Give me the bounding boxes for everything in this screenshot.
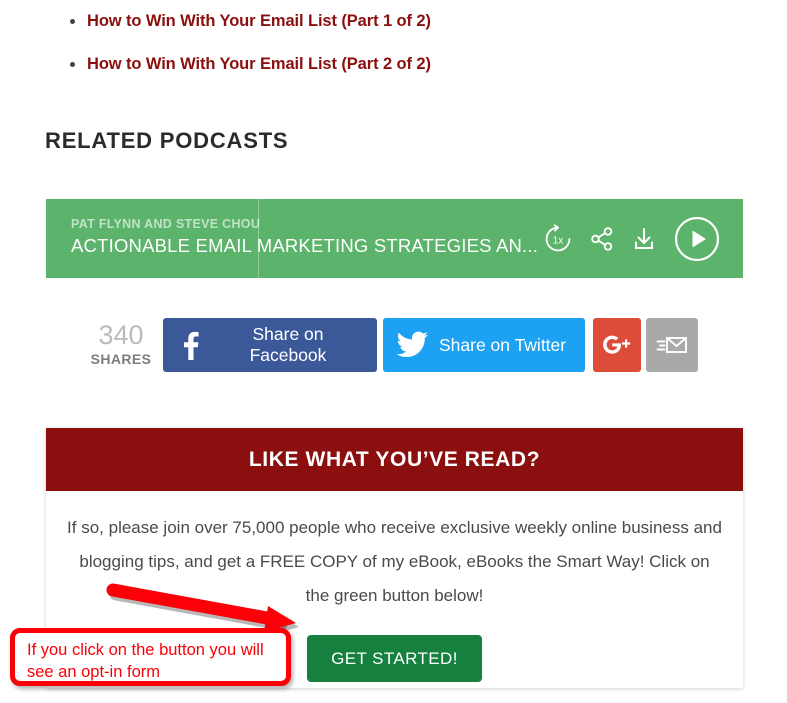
bullet-icon xyxy=(70,62,75,67)
player-author: PAT FLYNN AND STEVE CHOU xyxy=(71,217,261,231)
share-on-googleplus-button[interactable] xyxy=(593,318,641,372)
podcast-player[interactable]: PAT FLYNN AND STEVE CHOU ACTIONABLE EMAI… xyxy=(46,199,743,278)
share-on-twitter-button[interactable]: Share on Twitter xyxy=(383,318,585,372)
play-icon[interactable] xyxy=(673,215,721,263)
share-icon[interactable] xyxy=(589,226,615,252)
related-posts-list: How to Win With Your Email List (Part 1 … xyxy=(52,0,692,86)
annotation-callout: If you click on the button you will see … xyxy=(10,628,291,686)
list-item: How to Win With Your Email List (Part 1 … xyxy=(52,0,692,43)
player-controls: 1x xyxy=(543,199,721,278)
related-post-link-1[interactable]: How to Win With Your Email List (Part 1 … xyxy=(87,12,431,30)
share-on-facebook-button[interactable]: Share on Facebook xyxy=(163,318,377,372)
player-title: ACTIONABLE EMAIL MARKETING STRATEGIES AN… xyxy=(71,235,539,256)
annotation-text: If you click on the button you will see … xyxy=(27,641,264,681)
share-on-twitter-label: Share on Twitter xyxy=(439,334,567,355)
email-icon xyxy=(656,333,688,357)
optin-description: If so, please join over 75,000 people wh… xyxy=(67,518,722,605)
share-count-label: SHARES xyxy=(90,351,152,367)
related-post-link-2[interactable]: How to Win With Your Email List (Part 2 … xyxy=(87,55,431,73)
list-item: How to Win With Your Email List (Part 2 … xyxy=(52,43,692,86)
download-icon[interactable] xyxy=(631,226,657,252)
share-by-email-button[interactable] xyxy=(646,318,698,372)
facebook-icon xyxy=(177,330,203,360)
svg-text:1x: 1x xyxy=(553,235,564,246)
twitter-icon xyxy=(397,331,429,359)
optin-heading: LIKE WHAT YOU’VE READ? xyxy=(248,447,541,471)
share-count: 340 SHARES xyxy=(85,318,157,368)
player-meta: PAT FLYNN AND STEVE CHOU ACTIONABLE EMAI… xyxy=(71,216,539,258)
page-title: RELATED PODCASTS xyxy=(45,128,289,153)
bullet-icon xyxy=(70,19,75,24)
share-count-number: 340 xyxy=(98,320,144,350)
page-root: How to Win With Your Email List (Part 1 … xyxy=(0,0,787,703)
optin-header: LIKE WHAT YOU’VE READ? xyxy=(46,428,743,491)
google-plus-icon xyxy=(602,332,632,358)
share-on-facebook-label: Share on Facebook xyxy=(249,324,327,365)
social-share-bar: 340 SHARES Share on Facebook Share on Tw… xyxy=(85,318,698,372)
speed-icon[interactable]: 1x xyxy=(543,223,573,254)
get-started-button[interactable]: GET STARTED! xyxy=(307,635,482,682)
